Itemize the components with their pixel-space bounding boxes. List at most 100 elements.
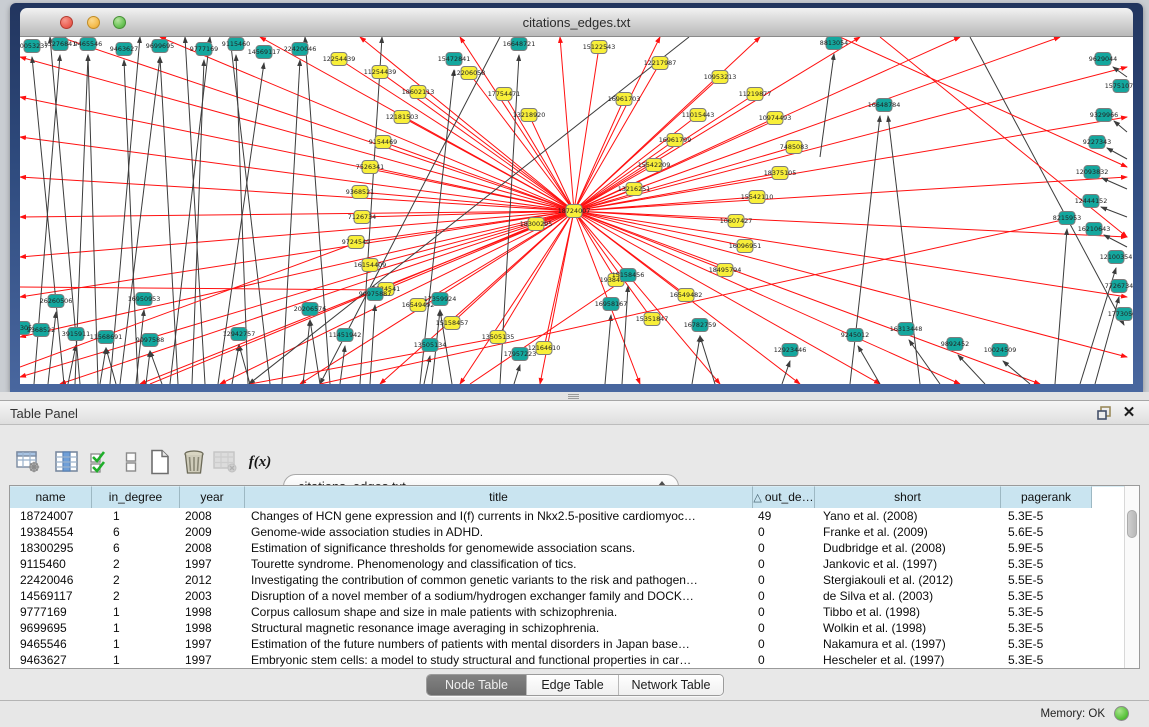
graph-node[interactable]: 15751074 bbox=[1105, 80, 1133, 93]
tab-network-table[interactable]: Network Table bbox=[619, 675, 723, 695]
select-columns-icon[interactable] bbox=[52, 448, 80, 476]
graph-node[interactable]: 16958167 bbox=[595, 298, 628, 311]
table-row[interactable]: 946362711997Embryonic stem cells: a mode… bbox=[10, 652, 1139, 668]
graph-node[interactable]: 11254439 bbox=[364, 66, 397, 79]
function-icon[interactable]: f(x) bbox=[246, 448, 274, 476]
close-panel-icon[interactable]: ✕ bbox=[1121, 404, 1137, 422]
graph-node[interactable]: 17730562 bbox=[1108, 308, 1133, 321]
column-header-out_de[interactable]: △out_de… bbox=[753, 486, 815, 508]
graph-node[interactable]: 15276841 bbox=[44, 38, 77, 51]
network-canvas[interactable]: 1872400712254439112544391860211312181503… bbox=[20, 37, 1133, 384]
rows-icon[interactable] bbox=[117, 448, 145, 476]
graph-node[interactable]: 9777169 bbox=[190, 43, 218, 56]
table-cell: 22420046 bbox=[10, 572, 92, 588]
graph-node[interactable]: 15542110 bbox=[741, 191, 774, 204]
graph-node[interactable]: 13218920 bbox=[513, 109, 546, 122]
graph-node[interactable]: 12206058 bbox=[453, 67, 486, 80]
graph-node[interactable]: 10953213 bbox=[704, 71, 737, 84]
new-file-icon[interactable] bbox=[146, 448, 174, 476]
graph-node-label: 11015443 bbox=[682, 111, 715, 119]
checklist-icon[interactable] bbox=[86, 448, 114, 476]
graph-node[interactable]: 12444152 bbox=[1075, 195, 1108, 208]
graph-node[interactable]: 18300295 bbox=[520, 218, 553, 231]
graph-node[interactable]: 9463627 bbox=[110, 43, 138, 56]
graph-node[interactable]: 7126734 bbox=[348, 211, 376, 224]
graph-node[interactable]: 11451942 bbox=[329, 329, 362, 342]
graph-node[interactable]: 8215953 bbox=[1053, 212, 1081, 225]
graph-node[interactable]: 15122543 bbox=[583, 41, 616, 54]
column-header-short[interactable]: short bbox=[815, 486, 1001, 508]
graph-node[interactable]: 16961799 bbox=[659, 134, 692, 147]
graph-node[interactable]: 11015443 bbox=[682, 109, 715, 122]
graph-node[interactable]: 12254439 bbox=[323, 53, 356, 66]
graph-node[interactable]: 10974493 bbox=[759, 112, 792, 125]
graph-node[interactable]: 12923446 bbox=[774, 344, 807, 357]
graph-node[interactable]: 16313448 bbox=[890, 323, 923, 336]
graph-node[interactable]: 15158457 bbox=[436, 317, 469, 330]
memory-ok-indicator-icon bbox=[1114, 706, 1129, 721]
column-header-name[interactable]: name bbox=[10, 486, 92, 508]
graph-node[interactable]: 9227343 bbox=[1083, 136, 1111, 149]
graph-node[interactable]: 9115460 bbox=[222, 38, 250, 51]
column-header-in_degree[interactable]: in_degree bbox=[92, 486, 180, 508]
graph-node[interactable]: 15351847 bbox=[636, 313, 669, 326]
graph-node[interactable]: 17957223 bbox=[504, 348, 537, 361]
divider-grip-icon[interactable] bbox=[568, 394, 579, 399]
graph-node[interactable]: 16210643 bbox=[1078, 223, 1111, 236]
graph-node[interactable]: 16782759 bbox=[684, 319, 717, 332]
table-row[interactable]: 1938455462009Genome-wide association stu… bbox=[10, 524, 1139, 540]
tab-edge-table[interactable]: Edge Table bbox=[527, 675, 619, 695]
graph-node[interactable]: 18495794 bbox=[709, 264, 742, 277]
float-panel-icon[interactable] bbox=[1097, 405, 1113, 421]
scrollbar-thumb[interactable] bbox=[1127, 510, 1137, 538]
table-row[interactable]: 946554611997Estimation of the future num… bbox=[10, 636, 1139, 652]
tab-node-table[interactable]: Node Table bbox=[427, 675, 527, 695]
graph-node[interactable]: 11219877 bbox=[739, 88, 772, 101]
graph-node[interactable]: 9154469 bbox=[369, 136, 397, 149]
table-settings-icon[interactable] bbox=[14, 448, 42, 476]
graph-node[interactable]: 11568691 bbox=[90, 331, 123, 344]
graph-node[interactable]: 17754471 bbox=[488, 88, 521, 101]
graph-node[interactable]: 9699695 bbox=[146, 40, 174, 53]
graph-node[interactable]: 9368521 bbox=[346, 186, 374, 199]
graph-node[interactable]: 10024509 bbox=[984, 344, 1017, 357]
graph-node[interactable]: 22420046 bbox=[284, 43, 317, 56]
trash-icon[interactable] bbox=[180, 448, 208, 476]
graph-node[interactable]: 16096951 bbox=[729, 240, 762, 253]
table-row[interactable]: 977716911998Corpus callosum shape and si… bbox=[10, 604, 1139, 620]
table-row[interactable]: 1872400712008Changes of HCN gene express… bbox=[10, 508, 1139, 524]
graph-node[interactable]: 14569117 bbox=[248, 46, 281, 59]
graph-node[interactable]: 16154409 bbox=[354, 259, 387, 272]
graph-node[interactable]: 9629044 bbox=[1089, 53, 1117, 66]
table-row[interactable]: 1830029562008Estimation of significance … bbox=[10, 540, 1139, 556]
graph-node[interactable]: 8813054 bbox=[820, 37, 848, 50]
column-header-pagerank[interactable]: pagerank bbox=[1001, 486, 1092, 508]
graph-node[interactable]: 18602113 bbox=[402, 86, 435, 99]
graph-node[interactable]: 16549482 bbox=[670, 289, 703, 302]
graph-node[interactable]: 3915911 bbox=[62, 328, 90, 341]
graph-node[interactable]: 16961703 bbox=[608, 93, 641, 106]
graph-node[interactable]: 12093832 bbox=[1076, 166, 1109, 179]
graph-node[interactable]: 13505135 bbox=[482, 331, 515, 344]
table-row[interactable]: 911546021997Tourette syndrome. Phenomeno… bbox=[10, 556, 1139, 572]
graph-node[interactable]: 9245012 bbox=[841, 329, 869, 342]
graph-node[interactable]: 10607427 bbox=[720, 215, 753, 228]
graph-node[interactable]: 12942757 bbox=[223, 328, 256, 341]
column-header-title[interactable]: title bbox=[245, 486, 753, 508]
graph-node-label: 16549482 bbox=[670, 291, 703, 299]
graph-node[interactable]: 16648784 bbox=[868, 99, 901, 112]
table-row[interactable]: 1456911722003Disruption of a novel membe… bbox=[10, 588, 1139, 604]
vertical-scrollbar[interactable] bbox=[1124, 486, 1139, 668]
graph-node[interactable]: 12217987 bbox=[644, 57, 677, 70]
graph-node[interactable]: 16950953 bbox=[128, 293, 161, 306]
table-row[interactable]: 2242004622012Investigating the contribut… bbox=[10, 572, 1139, 588]
network-window-titlebar[interactable]: citations_edges.txt bbox=[20, 8, 1133, 37]
graph-node[interactable]: 16648721 bbox=[503, 38, 536, 51]
graph-node[interactable]: 26260506 bbox=[40, 295, 73, 308]
graph-node[interactable]: 15472841 bbox=[438, 53, 471, 66]
graph-node[interactable]: 12100354 bbox=[1100, 251, 1133, 264]
table-row[interactable]: 969969511998Structural magnetic resonanc… bbox=[10, 620, 1139, 636]
column-header-year[interactable]: year bbox=[180, 486, 245, 508]
graph-node[interactable]: 90975887 bbox=[359, 288, 392, 301]
graph-node[interactable]: 9465546 bbox=[74, 38, 102, 51]
